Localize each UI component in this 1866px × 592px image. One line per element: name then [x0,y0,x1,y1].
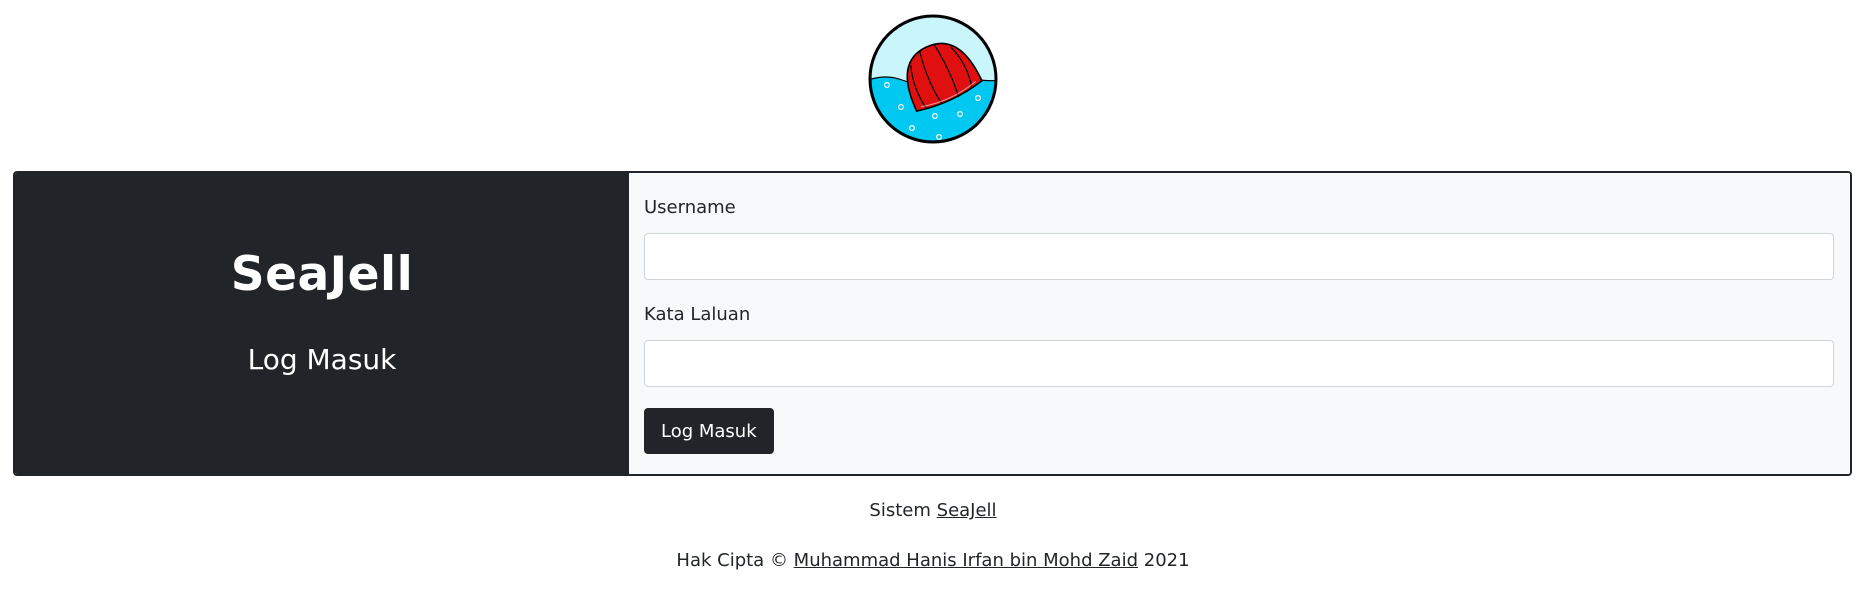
footer-copyright-prefix: Hak Cipta © [676,550,788,571]
login-form: Username Kata Laluan Log Masuk [629,173,1850,474]
login-button[interactable]: Log Masuk [644,408,774,454]
footer-copyright-line: Hak Cipta © Muhammad Hanis Irfan bin Moh… [0,550,1866,571]
footer-author-link[interactable]: Muhammad Hanis Irfan bin Mohd Zaid [794,550,1138,571]
footer-system-link[interactable]: SeaJell [937,500,997,521]
jelly-logo-icon [868,14,998,144]
brand-subtitle: Log Masuk [247,343,397,376]
brand-title: SeaJell [230,247,414,302]
login-card: SeaJell Log Masuk Username Kata Laluan L… [13,171,1852,476]
footer-system-line: Sistem SeaJell [0,500,1866,521]
password-label: Kata Laluan [644,304,751,325]
username-label: Username [644,197,736,218]
password-input[interactable] [644,340,1834,387]
username-input[interactable] [644,233,1834,280]
footer-year: 2021 [1143,550,1190,571]
footer-system-prefix: Sistem [869,500,931,521]
brand-panel: SeaJell Log Masuk [15,173,629,474]
